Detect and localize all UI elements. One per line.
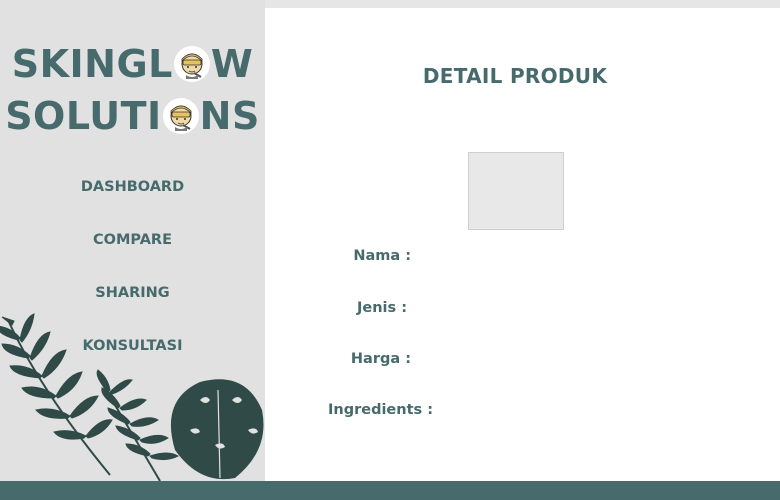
field-label-jenis: Jenis :: [357, 300, 407, 316]
leaves-decoration-icon: [0, 313, 264, 481]
nav-item-compare[interactable]: COMPARE: [0, 221, 265, 274]
face-mask-icon: [162, 98, 199, 134]
brand-text: SKINGL: [11, 42, 173, 86]
brand-text: SOLUTI: [5, 94, 162, 138]
brand-text: NS: [199, 94, 260, 138]
field-label-nama: Nama :: [353, 248, 411, 264]
footer-bar: [0, 481, 780, 500]
brand-line-1: SKINGL W: [0, 38, 265, 90]
field-label-harga: Harga :: [350, 351, 411, 367]
sidebar: SKINGL W SOLUTI NS DASHBOARD COMPARE SHA…: [0, 0, 265, 481]
brand-text: W: [210, 42, 254, 86]
product-image-placeholder: [468, 152, 564, 230]
brand-line-2: SOLUTI NS: [0, 90, 265, 142]
nav-item-dashboard[interactable]: DASHBOARD: [0, 168, 265, 221]
page-title: DETAIL PRODUK: [422, 64, 608, 88]
brand-logo: SKINGL W SOLUTI NS: [0, 38, 265, 142]
field-label-ingredients: Ingredients :: [328, 402, 433, 418]
app-window: SKINGL W SOLUTI NS DASHBOARD COMPARE SHA…: [0, 0, 780, 500]
face-mask-icon: [173, 46, 210, 82]
product-detail-card: DETAIL PRODUK Nama : Jenis : Harga : Ing…: [265, 8, 780, 481]
